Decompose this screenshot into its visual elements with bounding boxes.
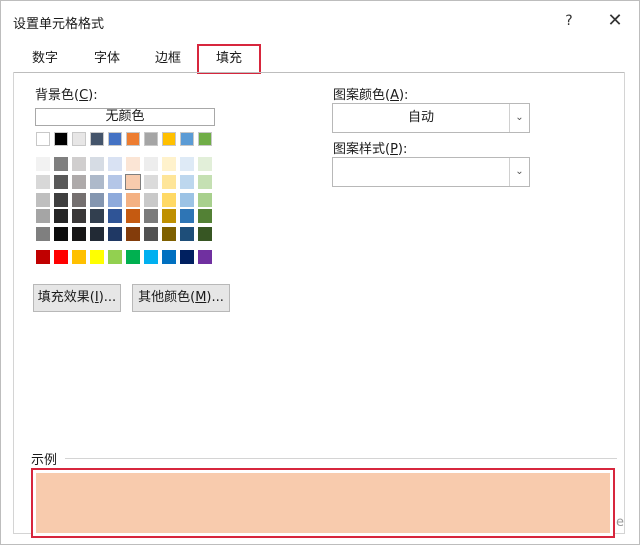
color-swatch[interactable] — [36, 209, 50, 223]
fill-effects-button[interactable]: 填充效果(I)... — [33, 284, 121, 312]
color-swatch[interactable] — [198, 132, 212, 146]
color-swatch[interactable] — [162, 227, 176, 241]
color-swatch[interactable] — [36, 157, 50, 171]
color-swatch[interactable] — [108, 193, 122, 207]
dialog-title: 设置单元格格式 — [13, 17, 105, 32]
color-swatch[interactable] — [72, 193, 86, 207]
tab-fill[interactable]: 填充 — [197, 44, 261, 74]
color-swatch[interactable] — [72, 227, 86, 241]
color-swatch[interactable] — [180, 250, 194, 264]
title-bar: 设置单元格格式 ? ✕ — [1, 1, 639, 39]
color-swatch[interactable] — [144, 175, 158, 189]
color-swatch[interactable] — [108, 250, 122, 264]
color-swatch[interactable] — [162, 209, 176, 223]
color-swatch[interactable] — [54, 132, 68, 146]
sample-fill-swatch — [36, 473, 610, 533]
color-swatch[interactable] — [198, 157, 212, 171]
color-swatch[interactable] — [54, 250, 68, 264]
color-swatch[interactable] — [162, 132, 176, 146]
background-color-label: 背景色(C): — [35, 88, 98, 103]
pattern-style-dropdown[interactable]: ⌄ — [332, 157, 530, 187]
color-swatch[interactable] — [90, 250, 104, 264]
help-button[interactable]: ? — [557, 9, 581, 33]
color-swatch[interactable] — [126, 193, 140, 207]
pattern-color-value: 自动 — [407, 110, 434, 125]
color-swatch[interactable] — [108, 175, 122, 189]
edge-glyph: e — [616, 515, 624, 530]
tab-border[interactable]: 边框 — [139, 45, 197, 73]
sample-preview — [31, 468, 615, 538]
color-swatch[interactable] — [198, 209, 212, 223]
format-cells-dialog: 设置单元格格式 ? ✕ 数字 字体 边框 填充 背景色(C): 无颜色 填充效果… — [0, 0, 640, 545]
chevron-down-icon: ⌄ — [509, 104, 529, 132]
color-swatch[interactable] — [90, 209, 104, 223]
color-swatch[interactable] — [36, 132, 50, 146]
color-swatch[interactable] — [144, 157, 158, 171]
color-swatch[interactable] — [144, 209, 158, 223]
color-swatch[interactable] — [180, 175, 194, 189]
color-swatch[interactable] — [198, 250, 212, 264]
color-swatch[interactable] — [90, 175, 104, 189]
color-swatch[interactable] — [72, 250, 86, 264]
sample-divider — [65, 458, 617, 459]
color-swatch[interactable] — [54, 193, 68, 207]
color-swatch[interactable] — [126, 250, 140, 264]
color-swatch[interactable] — [180, 227, 194, 241]
color-swatch[interactable] — [54, 175, 68, 189]
color-swatch[interactable] — [198, 175, 212, 189]
color-swatch[interactable] — [144, 250, 158, 264]
color-swatch[interactable] — [126, 157, 140, 171]
color-swatch[interactable] — [36, 175, 50, 189]
selected-color-swatch[interactable] — [125, 174, 141, 190]
color-swatch[interactable] — [36, 193, 50, 207]
color-swatch[interactable] — [198, 227, 212, 241]
color-swatch[interactable] — [162, 157, 176, 171]
color-swatch[interactable] — [108, 209, 122, 223]
sample-label: 示例 — [31, 453, 58, 468]
color-swatch[interactable] — [72, 209, 86, 223]
color-swatch[interactable] — [162, 175, 176, 189]
color-swatch[interactable] — [144, 227, 158, 241]
color-swatch[interactable] — [198, 193, 212, 207]
color-swatch[interactable] — [180, 193, 194, 207]
color-swatch[interactable] — [90, 132, 104, 146]
color-swatch[interactable] — [36, 250, 50, 264]
color-swatch[interactable] — [72, 175, 86, 189]
color-swatch[interactable] — [180, 132, 194, 146]
color-swatch[interactable] — [162, 250, 176, 264]
pattern-style-value — [333, 158, 509, 186]
color-swatch[interactable] — [108, 157, 122, 171]
color-swatch[interactable] — [180, 209, 194, 223]
color-swatch[interactable] — [72, 132, 86, 146]
pattern-style-label: 图案样式(P): — [333, 142, 408, 157]
color-swatch[interactable] — [126, 209, 140, 223]
no-color-button[interactable]: 无颜色 — [35, 108, 215, 126]
color-swatch[interactable] — [72, 157, 86, 171]
close-button[interactable]: ✕ — [601, 9, 629, 33]
color-swatch[interactable] — [90, 227, 104, 241]
tab-number[interactable]: 数字 — [15, 45, 75, 73]
chevron-down-icon: ⌄ — [509, 158, 529, 186]
color-swatch[interactable] — [144, 132, 158, 146]
color-swatch[interactable] — [126, 132, 140, 146]
color-swatch[interactable] — [180, 157, 194, 171]
more-colors-button[interactable]: 其他颜色(M)... — [132, 284, 230, 312]
color-swatch[interactable] — [108, 132, 122, 146]
tab-font[interactable]: 字体 — [77, 45, 137, 73]
pattern-color-dropdown[interactable]: 自动 ⌄ — [332, 103, 530, 133]
color-swatch[interactable] — [126, 227, 140, 241]
color-swatch[interactable] — [36, 227, 50, 241]
color-swatch[interactable] — [90, 157, 104, 171]
color-swatch[interactable] — [144, 193, 158, 207]
color-swatch[interactable] — [162, 193, 176, 207]
color-swatch[interactable] — [54, 157, 68, 171]
color-swatch[interactable] — [90, 193, 104, 207]
color-swatch[interactable] — [54, 227, 68, 241]
color-swatch[interactable] — [54, 209, 68, 223]
pattern-color-label: 图案颜色(A): — [333, 88, 409, 103]
color-swatch[interactable] — [108, 227, 122, 241]
